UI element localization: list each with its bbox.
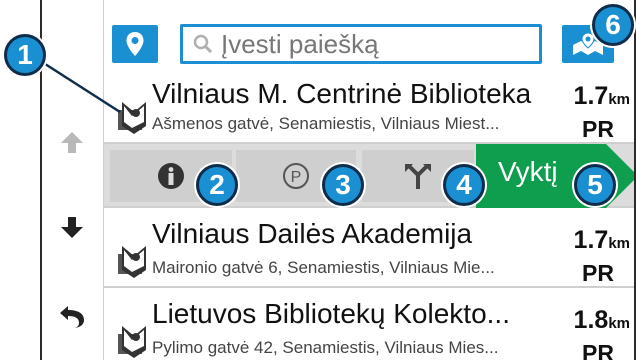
- callout-6: 6: [592, 4, 634, 46]
- result-distance: 1.7km: [574, 226, 630, 255]
- result-distance: 1.7km: [574, 82, 630, 111]
- search-input[interactable]: Įvesti paiešką: [180, 24, 542, 64]
- list-item[interactable]: Vilniaus Dailės Akademija Maironio gatvė…: [104, 208, 634, 288]
- result-address: Maironio gatvė 6, Senamiestis, Vilniaus …: [152, 258, 495, 277]
- svg-text:P: P: [291, 169, 302, 186]
- library-category-icon: [118, 246, 146, 278]
- distance-value: 1.7: [573, 82, 609, 110]
- back-arrow-icon: [60, 306, 84, 328]
- results-list: Vilniaus M. Centrinė Biblioteka Ašmenos …: [104, 64, 634, 360]
- result-distance: 1.8km: [574, 306, 630, 335]
- library-category-icon: [118, 326, 146, 358]
- left-rail: [42, 0, 104, 360]
- callout-3: 3: [322, 164, 364, 206]
- callout-1: 1: [4, 34, 46, 76]
- callout-4: 4: [443, 164, 485, 206]
- list-item[interactable]: Vilniaus M. Centrinė Biblioteka Ašmenos …: [104, 64, 634, 144]
- callout-5: 5: [574, 164, 616, 206]
- list-item[interactable]: Lietuvos Bibliotekų Kolekto... Pylimo ga…: [104, 288, 634, 360]
- callout-leader-line: [41, 60, 121, 114]
- action-bar: P Vyktį: [104, 144, 634, 208]
- distance-value: 1.8: [573, 306, 609, 334]
- distance-value: 1.7: [573, 226, 609, 254]
- distance-unit: km: [608, 315, 630, 332]
- result-name: Vilniaus Dailės Akademija: [152, 218, 473, 249]
- info-icon: [158, 163, 184, 189]
- arrow-up-icon: [61, 132, 83, 153]
- result-direction: PR: [582, 116, 614, 142]
- result-direction: PR: [582, 340, 614, 360]
- search-placeholder: Įvesti paiešką: [221, 28, 379, 59]
- location-button[interactable]: [112, 25, 158, 63]
- go-button-label: Vyktį: [498, 156, 558, 187]
- arrow-down-icon: [61, 217, 83, 238]
- scroll-up-button[interactable]: [52, 122, 92, 162]
- result-direction: PR: [582, 260, 614, 286]
- result-address: Ašmenos gatvė, Senamiestis, Vilniaus Mie…: [152, 114, 500, 133]
- result-name: Vilniaus M. Centrinė Biblioteka: [152, 78, 532, 109]
- scroll-down-button[interactable]: [52, 208, 92, 248]
- result-name: Lietuvos Bibliotekų Kolekto...: [152, 298, 510, 329]
- location-pin-icon: [126, 32, 144, 56]
- parking-icon: P: [283, 163, 309, 189]
- search-icon: [193, 34, 213, 54]
- back-button[interactable]: [52, 296, 92, 336]
- distance-unit: km: [608, 91, 630, 108]
- distance-unit: km: [608, 235, 630, 252]
- routes-icon: [405, 164, 431, 189]
- result-address: Pylimo gatvė 42, Senamiestis, Vilniaus M…: [152, 338, 499, 357]
- callout-2: 2: [196, 164, 238, 206]
